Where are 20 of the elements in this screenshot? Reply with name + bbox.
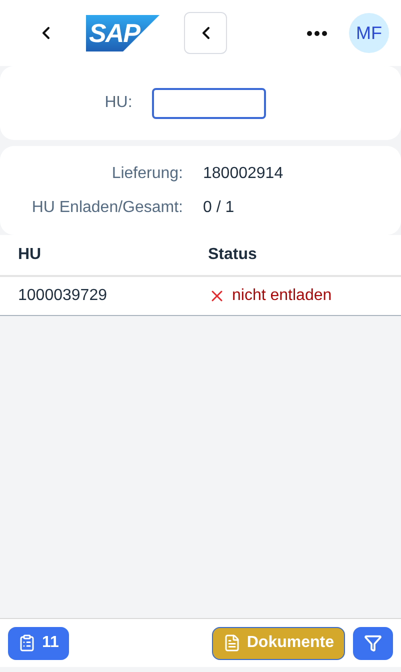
- filter-button[interactable]: [353, 626, 393, 660]
- column-header: HU: [18, 245, 42, 265]
- info-value: 180002914: [203, 164, 284, 184]
- logo: SAP: [86, 14, 160, 52]
- filter-icon: [364, 634, 382, 652]
- table-cell-text: 1000039729: [18, 286, 108, 306]
- info-label: Lieferung:: [110, 164, 183, 184]
- more-icon: [307, 30, 327, 36]
- status-text: nicht entladen: [232, 286, 332, 306]
- documents-button[interactable]: Dokumente: [212, 626, 345, 660]
- document-icon: [222, 634, 241, 652]
- more-button[interactable]: [307, 30, 327, 36]
- clipboard-icon: [18, 634, 36, 652]
- avatar[interactable]: MF: [349, 13, 389, 53]
- input-field[interactable]: [152, 88, 266, 118]
- column-header: Status: [208, 245, 257, 265]
- info-label: HU Enladen/Gesamt:: [30, 198, 183, 218]
- tasks-button[interactable]: 11: [8, 626, 69, 660]
- field-label: HU:: [104, 93, 132, 113]
- info-value: 0 / 1: [203, 198, 234, 218]
